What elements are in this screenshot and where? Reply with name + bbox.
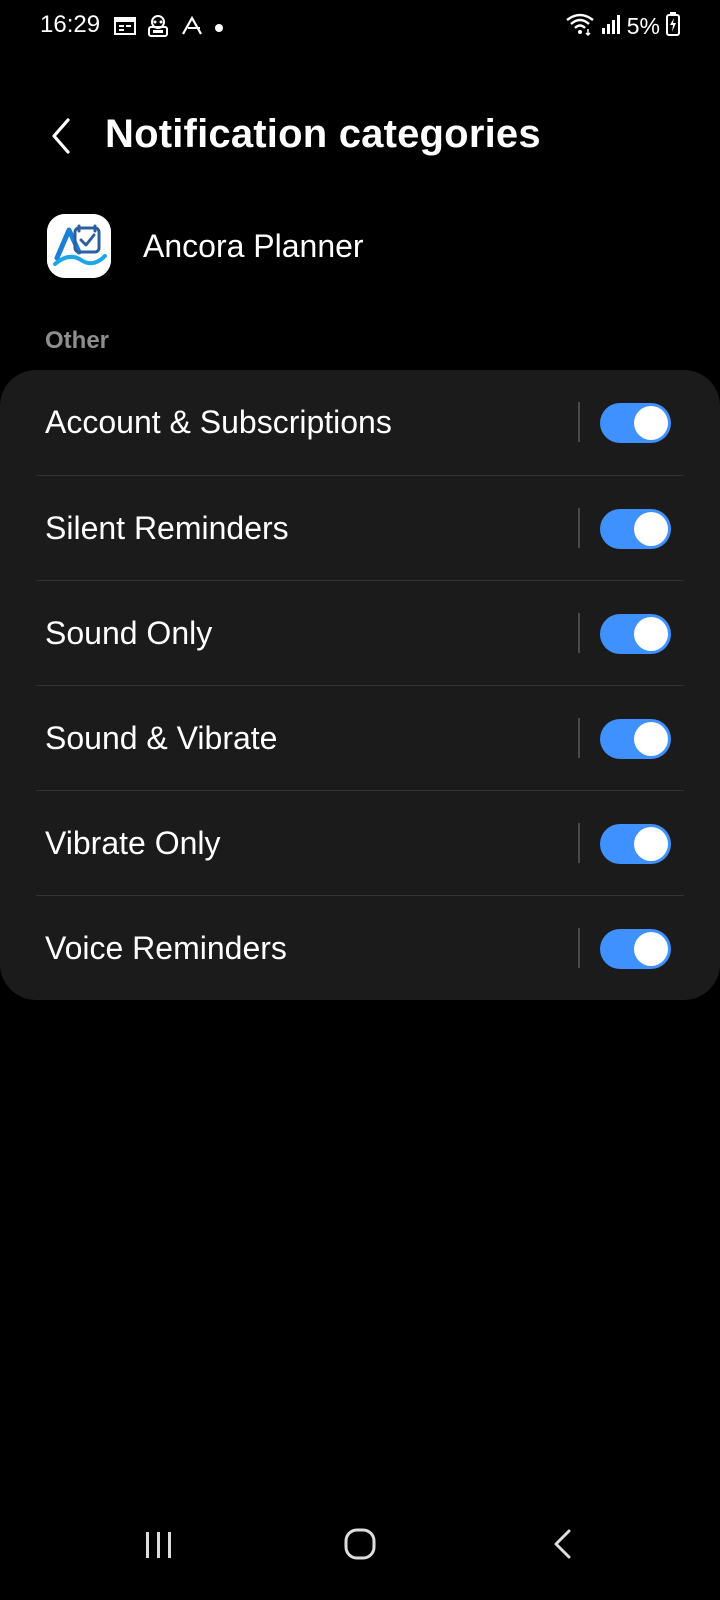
screen: 16:29 5% Notification categories Ancora … bbox=[0, 0, 720, 1600]
status-icons-right: 5% bbox=[565, 12, 680, 41]
home-icon bbox=[344, 1528, 376, 1560]
row-divider bbox=[578, 508, 580, 548]
section-label-other: Other bbox=[45, 327, 110, 354]
category-label: Sound & Vibrate bbox=[45, 719, 278, 756]
recents-button[interactable] bbox=[143, 1530, 175, 1560]
back-icon bbox=[554, 1529, 571, 1559]
toggle-switch-voice-reminders[interactable] bbox=[600, 929, 671, 969]
status-bar: 16:29 5% bbox=[0, 0, 720, 56]
toggle-switch-vibrate-only[interactable] bbox=[600, 824, 671, 864]
page-title: Notification categories bbox=[105, 112, 541, 156]
category-label: Vibrate Only bbox=[45, 824, 221, 861]
toggle-knob bbox=[634, 512, 668, 546]
app-info-row: Ancora Planner bbox=[0, 210, 720, 282]
category-row-vibrate-only[interactable]: Vibrate Only bbox=[36, 790, 684, 895]
toggle-switch-sound-only[interactable] bbox=[600, 614, 671, 654]
header: Notification categories bbox=[0, 100, 720, 176]
categories-card: Account & Subscriptions Silent Reminders… bbox=[0, 370, 720, 1000]
battery-percentage: 5% bbox=[626, 13, 660, 39]
category-row-silent-reminders[interactable]: Silent Reminders bbox=[36, 475, 684, 580]
recents-icon bbox=[146, 1532, 171, 1558]
toggle-switch-sound-vibrate[interactable] bbox=[600, 719, 671, 759]
nav-back-button[interactable] bbox=[552, 1528, 574, 1560]
row-divider bbox=[578, 613, 580, 653]
category-row-sound-vibrate[interactable]: Sound & Vibrate bbox=[36, 685, 684, 790]
arrow-app-icon bbox=[180, 15, 204, 41]
category-label: Silent Reminders bbox=[45, 509, 289, 546]
category-label: Voice Reminders bbox=[45, 929, 287, 966]
toggle-knob bbox=[634, 617, 668, 651]
back-button[interactable] bbox=[38, 110, 82, 162]
category-row-account-subscriptions[interactable]: Account & Subscriptions bbox=[36, 370, 684, 475]
app-name: Ancora Planner bbox=[143, 228, 364, 264]
category-label: Account & Subscriptions bbox=[45, 404, 392, 440]
toggle-knob bbox=[634, 406, 668, 440]
row-divider bbox=[578, 718, 580, 758]
toggle-switch-account-subscriptions[interactable] bbox=[600, 403, 671, 443]
toggle-switch-silent-reminders[interactable] bbox=[600, 509, 671, 549]
home-button[interactable] bbox=[344, 1528, 376, 1560]
category-row-sound-only[interactable]: Sound Only bbox=[36, 580, 684, 685]
category-label: Sound Only bbox=[45, 614, 213, 651]
signal-icon bbox=[601, 13, 621, 40]
status-time: 16:29 bbox=[40, 11, 101, 38]
battery-charging-icon bbox=[666, 12, 680, 41]
wifi-icon bbox=[565, 12, 595, 41]
status-icons-left bbox=[114, 14, 224, 43]
chevron-left-icon bbox=[52, 118, 70, 154]
category-row-voice-reminders[interactable]: Voice Reminders bbox=[36, 895, 684, 1000]
dot-icon bbox=[214, 20, 224, 38]
row-divider bbox=[578, 823, 580, 863]
toggle-knob bbox=[634, 722, 668, 756]
toggle-knob bbox=[634, 932, 668, 966]
navigation-bar bbox=[0, 1490, 720, 1600]
calendar-icon bbox=[114, 16, 136, 41]
row-divider bbox=[578, 402, 580, 442]
toggle-knob bbox=[634, 827, 668, 861]
row-divider bbox=[578, 928, 580, 968]
ancora-planner-app-icon bbox=[47, 214, 111, 278]
robot-icon bbox=[146, 14, 170, 43]
